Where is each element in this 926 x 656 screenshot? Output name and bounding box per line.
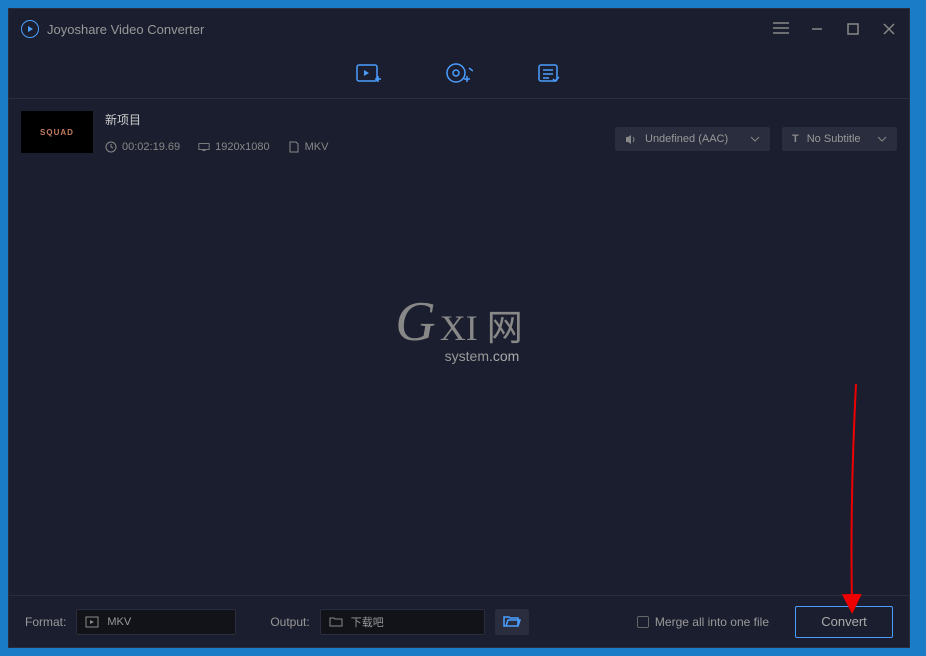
duration-meta: 00:02:19.69 bbox=[105, 141, 180, 153]
app-logo-icon bbox=[21, 20, 39, 38]
merge-checkbox[interactable]: Merge all into one file bbox=[637, 615, 769, 629]
convert-button[interactable]: Convert bbox=[795, 606, 893, 638]
checkbox-icon bbox=[637, 616, 649, 628]
file-list: SQUAD 新项目 00:02:19.69 1920x1080 MKV bbox=[9, 99, 909, 595]
file-controls: Undefined (AAC) T No Subtitle bbox=[615, 111, 897, 153]
chevron-down-icon bbox=[750, 136, 760, 142]
titlebar-right bbox=[773, 21, 897, 38]
browse-folder-button[interactable] bbox=[495, 609, 529, 635]
titlebar: Joyoshare Video Converter bbox=[9, 9, 909, 49]
maximize-button[interactable] bbox=[845, 21, 861, 37]
file-icon bbox=[288, 141, 300, 153]
app-window: Joyoshare Video Converter SQUAD 新项目 bbox=[8, 8, 910, 648]
clock-icon bbox=[105, 141, 117, 153]
task-list-button[interactable] bbox=[534, 62, 564, 86]
file-title: 新项目 bbox=[105, 111, 603, 128]
close-button[interactable] bbox=[881, 21, 897, 37]
add-video-button[interactable] bbox=[354, 62, 384, 86]
output-label: Output: bbox=[270, 615, 309, 629]
speaker-icon bbox=[625, 134, 637, 145]
audio-track-select[interactable]: Undefined (AAC) bbox=[615, 127, 770, 151]
file-item[interactable]: SQUAD 新项目 00:02:19.69 1920x1080 MKV bbox=[9, 99, 909, 165]
subtitle-icon: T bbox=[792, 133, 799, 145]
output-path[interactable]: 下载吧 bbox=[320, 609, 485, 635]
video-file-icon bbox=[85, 616, 99, 628]
file-meta: 00:02:19.69 1920x1080 MKV bbox=[105, 141, 603, 153]
file-info: 新项目 00:02:19.69 1920x1080 MKV bbox=[105, 111, 603, 153]
monitor-icon bbox=[198, 141, 210, 153]
container-meta: MKV bbox=[288, 141, 329, 153]
format-select[interactable]: MKV bbox=[76, 609, 236, 635]
chevron-down-icon bbox=[877, 136, 887, 142]
subtitle-select[interactable]: T No Subtitle bbox=[782, 127, 897, 151]
toolbar bbox=[9, 49, 909, 99]
add-disc-button[interactable] bbox=[444, 62, 474, 86]
format-label: Format: bbox=[25, 615, 66, 629]
folder-icon bbox=[329, 616, 343, 627]
video-thumbnail[interactable]: SQUAD bbox=[21, 111, 93, 153]
minimize-button[interactable] bbox=[809, 21, 825, 37]
bottom-bar: Format: MKV Output: 下载吧 Merge all into o… bbox=[9, 595, 909, 647]
titlebar-left: Joyoshare Video Converter bbox=[21, 20, 204, 38]
menu-icon[interactable] bbox=[773, 21, 789, 38]
app-title: Joyoshare Video Converter bbox=[47, 22, 204, 37]
resolution-meta: 1920x1080 bbox=[198, 141, 269, 153]
